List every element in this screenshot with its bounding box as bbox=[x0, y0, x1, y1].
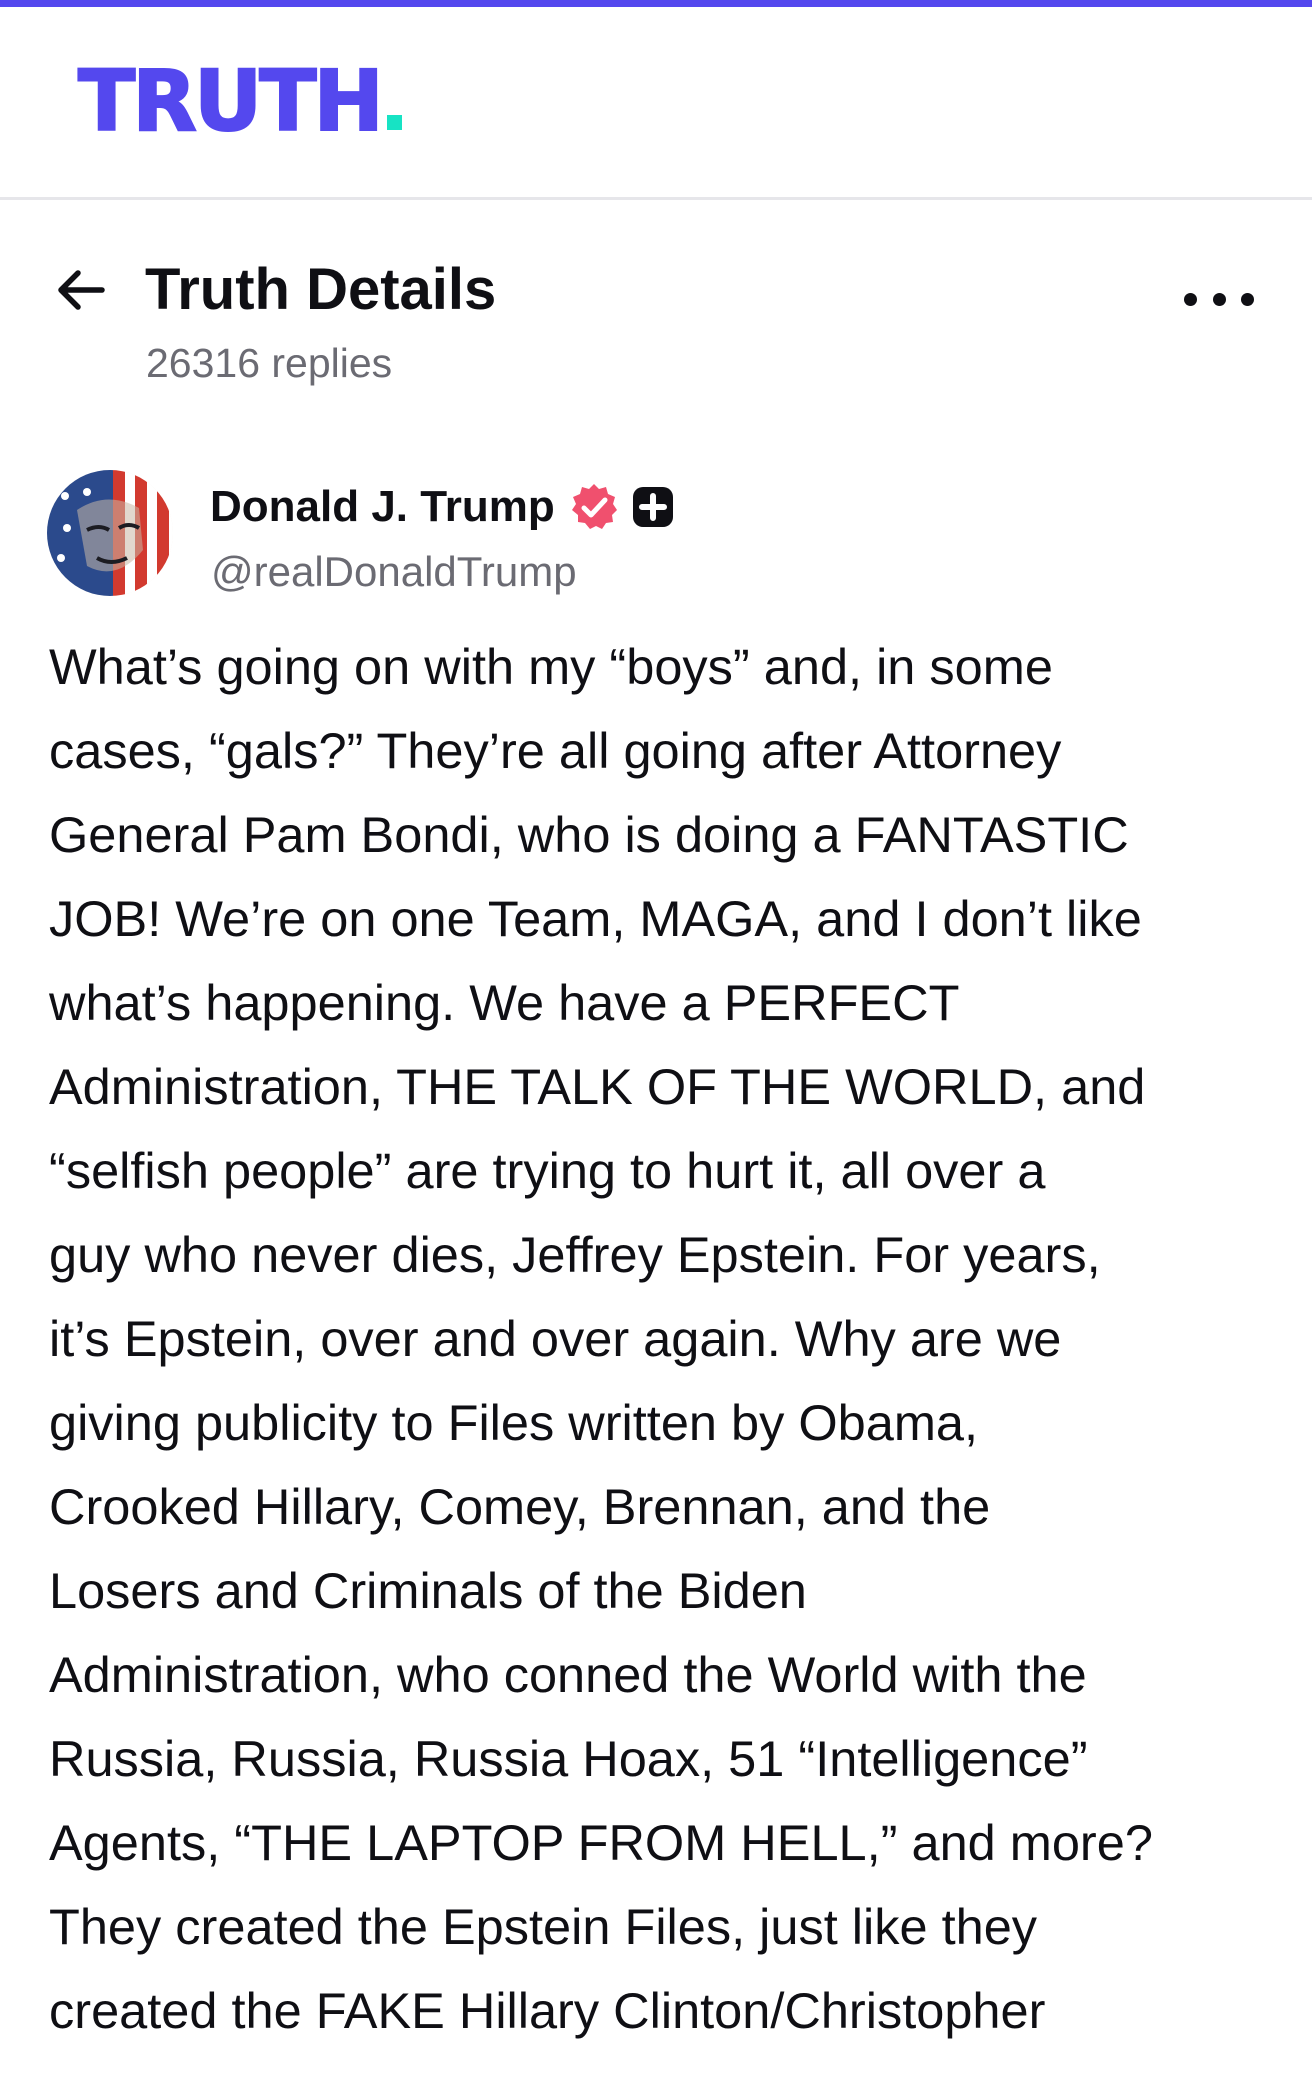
author-name-text: Donald J. Trump bbox=[210, 482, 555, 531]
plus-badge-icon bbox=[632, 487, 673, 527]
top-accent-bar bbox=[0, 0, 1312, 7]
arrow-left-icon bbox=[58, 270, 105, 310]
post-body: What’s going on with my “boys” and, in s… bbox=[49, 625, 1289, 2053]
post-line: JOB! We’re on one Team, MAGA, and I don’… bbox=[49, 890, 1142, 947]
post-line: “selfish people” are trying to hurt it, … bbox=[49, 1142, 1046, 1199]
more-dot-icon bbox=[1212, 292, 1226, 306]
post-line: it’s Epstein, over and over again. Why a… bbox=[49, 1310, 1062, 1367]
logo-dot bbox=[386, 115, 402, 130]
author-handle[interactable]: @realDonaldTrump bbox=[211, 548, 577, 596]
avatar[interactable] bbox=[47, 470, 173, 596]
avatar-image bbox=[47, 470, 173, 596]
more-dot-icon bbox=[1241, 292, 1254, 306]
author-name[interactable]: Donald J. Trump bbox=[210, 482, 675, 532]
post-line: Losers and Criminals of the Biden bbox=[49, 1562, 807, 1619]
post-line: Administration, who conned the World wit… bbox=[49, 1646, 1087, 1703]
brand-bar: TRUTH bbox=[0, 7, 1312, 200]
truth-logo[interactable]: TRUTH bbox=[77, 58, 402, 144]
page-header: Truth Details 26316 replies bbox=[0, 200, 1312, 430]
post-line: Agents, “THE LAPTOP FROM HELL,” and more… bbox=[49, 1814, 1153, 1871]
post-line: guy who never dies, Jeffrey Epstein. For… bbox=[49, 1226, 1101, 1283]
post-line: Russia, Russia, Russia Hoax, 51 “Intelli… bbox=[49, 1730, 1088, 1787]
replies-count: 26316 replies bbox=[146, 340, 393, 386]
logo-text: TRUTH bbox=[77, 52, 385, 150]
verified-badge-icon bbox=[571, 484, 617, 529]
post-line: What’s going on with my “boys” and, in s… bbox=[49, 638, 1053, 695]
post-line: They created the Epstein Files, just lik… bbox=[49, 1898, 1038, 1955]
page-title: Truth Details bbox=[145, 257, 497, 322]
post-line: Crooked Hillary, Comey, Brennan, and the bbox=[49, 1478, 991, 1535]
post-line: what’s happening. We have a PERFECT bbox=[49, 974, 960, 1031]
post-line: Administration, THE TALK OF THE WORLD, a… bbox=[49, 1058, 1146, 1115]
more-options-button[interactable] bbox=[1184, 282, 1254, 316]
post-line: cases, “gals?” They’re all going after A… bbox=[49, 722, 1062, 779]
post-line: created the FAKE Hillary Clinton/Christo… bbox=[49, 1982, 1046, 2039]
more-dot-icon bbox=[1184, 292, 1197, 306]
post-line: giving publicity to Files written by Oba… bbox=[49, 1394, 979, 1451]
post-line: General Pam Bondi, who is doing a FANTAS… bbox=[49, 806, 1129, 863]
back-button[interactable] bbox=[52, 260, 112, 320]
